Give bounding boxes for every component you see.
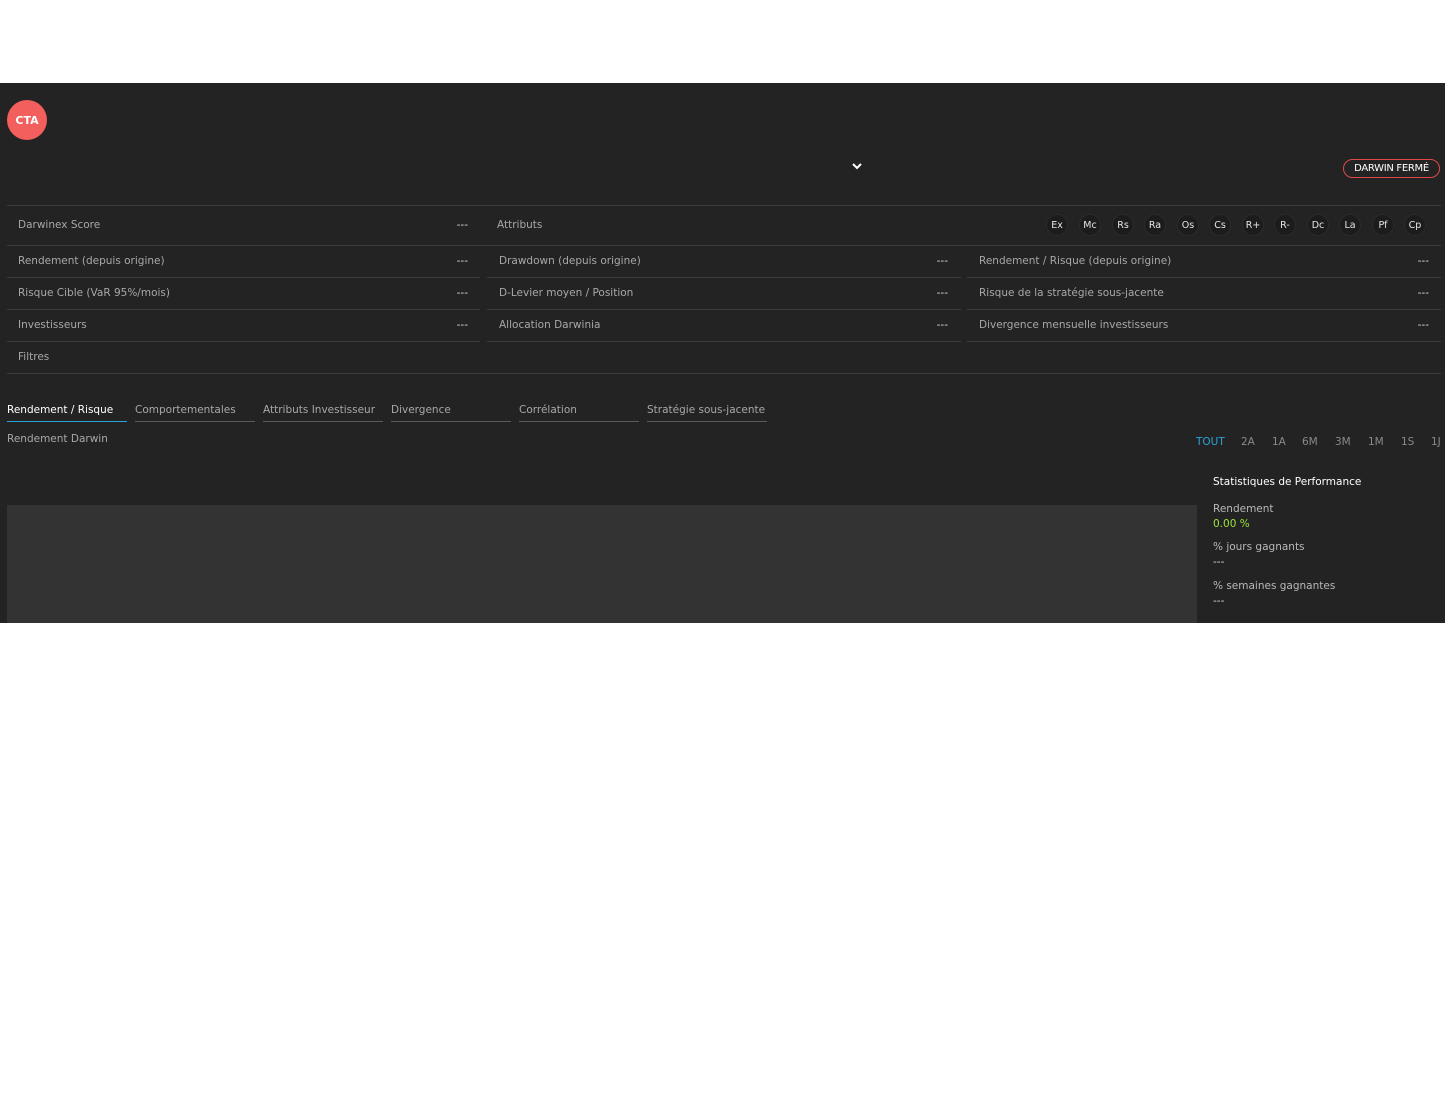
metric-value: --- — [1417, 287, 1429, 299]
attribute-chip-r-plus[interactable]: R+ — [1242, 214, 1264, 236]
stats-title: Statistiques de Performance — [1213, 476, 1362, 488]
divider — [967, 341, 1441, 342]
metric-label: Risque de la stratégie sous-jacente — [979, 287, 1164, 299]
stat-value: 0.00 % — [1213, 518, 1250, 530]
attribute-chip-cp[interactable]: Cp — [1404, 214, 1426, 236]
range-button-1s[interactable]: 1S — [1401, 436, 1414, 448]
metric-value: --- — [1417, 255, 1429, 267]
chart-title: Rendement Darwin — [7, 433, 108, 445]
divider — [7, 205, 1441, 206]
metric-label: Rendement (depuis origine) — [18, 255, 165, 267]
stat-value: --- — [1213, 595, 1225, 607]
tab-rendement-risque[interactable]: Rendement / Risque — [7, 404, 127, 422]
metric-label: Divergence mensuelle investisseurs — [979, 319, 1169, 331]
attribute-chip-os[interactable]: Os — [1177, 214, 1199, 236]
range-button-2a[interactable]: 2A — [1241, 436, 1255, 448]
attribute-chip-la[interactable]: La — [1339, 214, 1361, 236]
divider — [487, 277, 961, 278]
status-badge: DARWIN FERMÉ — [1343, 159, 1440, 178]
range-button-tout[interactable]: TOUT — [1196, 436, 1225, 448]
tab-divergence[interactable]: Divergence — [391, 404, 511, 422]
attribute-chip-ra[interactable]: Ra — [1144, 214, 1166, 236]
attribute-chip-r-minus[interactable]: R- — [1274, 214, 1296, 236]
tab-attributs-investisseur[interactable]: Attributs Investisseur — [263, 404, 383, 422]
stat-label: % semaines gagnantes — [1213, 580, 1336, 592]
attribute-chip-mc[interactable]: Mc — [1079, 214, 1101, 236]
attribute-chip-pf[interactable]: Pf — [1372, 214, 1394, 236]
chart-area[interactable] — [7, 505, 1197, 623]
darwinex-score-value: --- — [456, 219, 468, 231]
tab-comportementales[interactable]: Comportementales — [135, 404, 255, 422]
metric-value: --- — [456, 255, 468, 267]
metric-label: Drawdown (depuis origine) — [499, 255, 641, 267]
metric-value: --- — [936, 287, 948, 299]
tab-correlation[interactable]: Corrélation — [519, 404, 639, 422]
attributes-label: Attributs — [497, 219, 543, 231]
divider — [7, 341, 480, 342]
range-button-1m[interactable]: 1M — [1368, 436, 1384, 448]
range-button-1j[interactable]: 1J — [1431, 436, 1441, 448]
stat-value: --- — [1213, 556, 1225, 568]
range-button-6m[interactable]: 6M — [1302, 436, 1318, 448]
metric-label: Risque Cible (VaR 95%/mois) — [18, 287, 170, 299]
tab-strategie-sous-jacente[interactable]: Stratégie sous-jacente — [647, 404, 767, 422]
darwinex-score-label: Darwinex Score — [18, 219, 101, 231]
divider — [7, 245, 1441, 246]
attribute-chip-cs[interactable]: Cs — [1209, 214, 1231, 236]
metric-label: Rendement / Risque (depuis origine) — [979, 255, 1172, 267]
metric-value: --- — [1417, 319, 1429, 331]
metric-label: Allocation Darwinia — [499, 319, 601, 331]
avatar: CTA — [7, 100, 47, 140]
metric-value: --- — [936, 319, 948, 331]
divider — [7, 309, 480, 310]
stat-label: % jours gagnants — [1213, 541, 1305, 553]
metric-label: Investisseurs — [18, 319, 87, 331]
range-button-3m[interactable]: 3M — [1335, 436, 1351, 448]
chevron-down-icon[interactable] — [851, 161, 863, 171]
range-button-1a[interactable]: 1A — [1272, 436, 1286, 448]
darwin-panel: CTA DARWIN FERMÉ Darwinex Score --- Attr… — [0, 83, 1445, 623]
attribute-chip-ex[interactable]: Ex — [1046, 214, 1068, 236]
metric-value: --- — [456, 319, 468, 331]
attribute-chip-dc[interactable]: Dc — [1307, 214, 1329, 236]
divider — [487, 309, 961, 310]
metric-value: --- — [936, 255, 948, 267]
attribute-chip-rs[interactable]: Rs — [1112, 214, 1134, 236]
divider — [967, 309, 1441, 310]
stat-label: Rendement — [1213, 503, 1274, 515]
filters-toggle[interactable]: Filtres — [18, 351, 49, 363]
divider — [967, 277, 1441, 278]
divider — [487, 341, 961, 342]
divider — [7, 373, 1441, 374]
divider — [7, 277, 480, 278]
metric-value: --- — [456, 287, 468, 299]
metric-label: D-Levier moyen / Position — [499, 287, 634, 299]
